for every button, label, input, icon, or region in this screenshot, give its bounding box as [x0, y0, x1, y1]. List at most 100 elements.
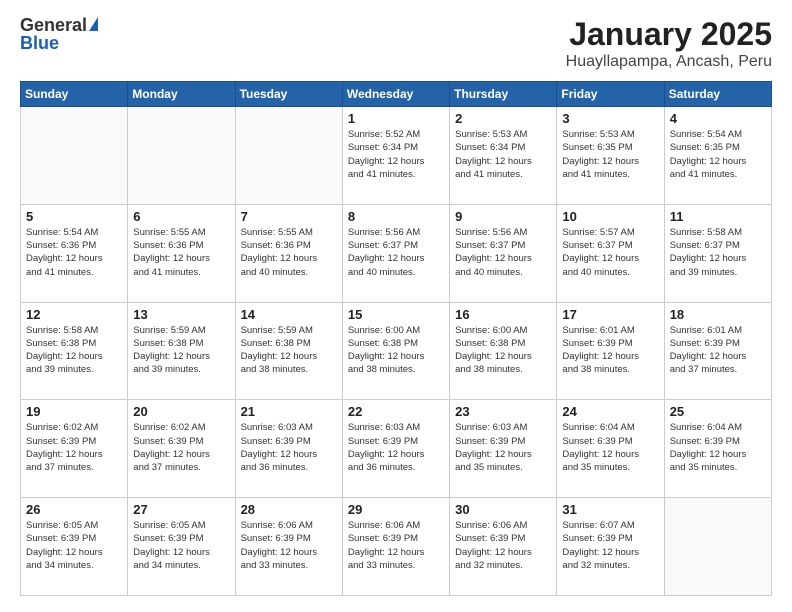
day-number: 2: [455, 111, 551, 126]
logo: General Blue: [20, 16, 98, 53]
day-number: 24: [562, 404, 658, 419]
day-info: Sunrise: 6:06 AM Sunset: 6:39 PM Dayligh…: [241, 519, 337, 572]
calendar-week-2: 12Sunrise: 5:58 AM Sunset: 6:38 PM Dayli…: [21, 302, 772, 400]
day-info: Sunrise: 5:53 AM Sunset: 6:34 PM Dayligh…: [455, 128, 551, 181]
calendar-cell: 15 Sunrise: 6:00 AM Sunset: 6:38 PM Dayli…: [342, 302, 449, 400]
day-info: Sunrise: 6:01 AM Sunset: 6:39 PM Dayligh…: [562, 324, 658, 377]
header: General Blue January 2025 Huayllapampa, …: [20, 16, 772, 71]
calendar-cell: 28 Sunrise: 6:06 AM Sunset: 6:39 PM Dayli…: [235, 498, 342, 596]
day-info: Sunrise: 6:07 AM Sunset: 6:39 PM Dayligh…: [562, 519, 658, 572]
day-number: 19: [26, 404, 122, 419]
calendar-cell: 7Sunrise: 5:55 AM Sunset: 6:36 PM Daylig…: [235, 204, 342, 302]
calendar-cell: 23 Sunrise: 6:03 AM Sunset: 6:39 PM Dayli…: [450, 400, 557, 498]
calendar-cell: 21Sunrise: 6:03 AM Sunset: 6:39 PM Dayli…: [235, 400, 342, 498]
calendar-cell: [235, 107, 342, 205]
calendar-cell: 17 Sunrise: 6:01 AM Sunset: 6:39 PM Dayli…: [557, 302, 664, 400]
calendar-cell: [21, 107, 128, 205]
calendar-cell: 19 Sunrise: 6:02 AM Sunset: 6:39 PM Dayli…: [21, 400, 128, 498]
logo-triangle-icon: [89, 17, 98, 31]
day-info: Sunrise: 6:06 AM Sunset: 6:39 PM Dayligh…: [455, 519, 551, 572]
calendar-cell: [664, 498, 771, 596]
logo-general-text: General: [20, 16, 87, 34]
day-info: Sunrise: 6:00 AM Sunset: 6:38 PM Dayligh…: [455, 324, 551, 377]
calendar-week-3: 19 Sunrise: 6:02 AM Sunset: 6:39 PM Dayli…: [21, 400, 772, 498]
col-saturday: Saturday: [664, 82, 771, 107]
day-number: 18: [670, 307, 766, 322]
calendar-title: January 2025: [566, 16, 772, 53]
day-number: 20: [133, 404, 229, 419]
day-number: 15: [348, 307, 444, 322]
day-number: 27: [133, 502, 229, 517]
day-info: Sunrise: 5:57 AM Sunset: 6:37 PM Dayligh…: [562, 226, 658, 279]
day-number: 12: [26, 307, 122, 322]
calendar-cell: 24Sunrise: 6:04 AM Sunset: 6:39 PM Dayli…: [557, 400, 664, 498]
day-number: 23: [455, 404, 551, 419]
day-number: 22: [348, 404, 444, 419]
day-number: 21: [241, 404, 337, 419]
day-info: Sunrise: 5:54 AM Sunset: 6:35 PM Dayligh…: [670, 128, 766, 181]
calendar-cell: 29Sunrise: 6:06 AM Sunset: 6:39 PM Dayli…: [342, 498, 449, 596]
day-info: Sunrise: 6:04 AM Sunset: 6:39 PM Dayligh…: [670, 421, 766, 474]
calendar-cell: 22 Sunrise: 6:03 AM Sunset: 6:39 PM Dayli…: [342, 400, 449, 498]
day-number: 31: [562, 502, 658, 517]
day-info: Sunrise: 6:00 AM Sunset: 6:38 PM Dayligh…: [348, 324, 444, 377]
title-block: January 2025 Huayllapampa, Ancash, Peru: [566, 16, 772, 71]
day-number: 29: [348, 502, 444, 517]
calendar-cell: 6 Sunrise: 5:55 AM Sunset: 6:36 PM Daylig…: [128, 204, 235, 302]
calendar-cell: 10 Sunrise: 5:57 AM Sunset: 6:37 PM Dayli…: [557, 204, 664, 302]
calendar-week-4: 26 Sunrise: 6:05 AM Sunset: 6:39 PM Dayli…: [21, 498, 772, 596]
day-info: Sunrise: 6:03 AM Sunset: 6:39 PM Dayligh…: [455, 421, 551, 474]
day-info: Sunrise: 6:05 AM Sunset: 6:39 PM Dayligh…: [26, 519, 122, 572]
day-info: Sunrise: 6:02 AM Sunset: 6:39 PM Dayligh…: [133, 421, 229, 474]
calendar-cell: 5 Sunrise: 5:54 AM Sunset: 6:36 PM Daylig…: [21, 204, 128, 302]
day-number: 9: [455, 209, 551, 224]
day-number: 26: [26, 502, 122, 517]
day-info: Sunrise: 5:58 AM Sunset: 6:37 PM Dayligh…: [670, 226, 766, 279]
calendar-cell: 26 Sunrise: 6:05 AM Sunset: 6:39 PM Dayli…: [21, 498, 128, 596]
calendar-cell: 31 Sunrise: 6:07 AM Sunset: 6:39 PM Dayli…: [557, 498, 664, 596]
day-info: Sunrise: 5:56 AM Sunset: 6:37 PM Dayligh…: [455, 226, 551, 279]
calendar-cell: 20 Sunrise: 6:02 AM Sunset: 6:39 PM Dayli…: [128, 400, 235, 498]
day-number: 14: [241, 307, 337, 322]
day-number: 8: [348, 209, 444, 224]
calendar-cell: 11Sunrise: 5:58 AM Sunset: 6:37 PM Dayli…: [664, 204, 771, 302]
calendar-cell: 1 Sunrise: 5:52 AM Sunset: 6:34 PM Daylig…: [342, 107, 449, 205]
day-number: 30: [455, 502, 551, 517]
day-number: 5: [26, 209, 122, 224]
calendar-week-0: 1 Sunrise: 5:52 AM Sunset: 6:34 PM Daylig…: [21, 107, 772, 205]
calendar-cell: 9 Sunrise: 5:56 AM Sunset: 6:37 PM Daylig…: [450, 204, 557, 302]
day-info: Sunrise: 5:54 AM Sunset: 6:36 PM Dayligh…: [26, 226, 122, 279]
day-info: Sunrise: 6:01 AM Sunset: 6:39 PM Dayligh…: [670, 324, 766, 377]
day-number: 13: [133, 307, 229, 322]
day-info: Sunrise: 5:52 AM Sunset: 6:34 PM Dayligh…: [348, 128, 444, 181]
col-wednesday: Wednesday: [342, 82, 449, 107]
day-number: 16: [455, 307, 551, 322]
day-info: Sunrise: 6:02 AM Sunset: 6:39 PM Dayligh…: [26, 421, 122, 474]
page: General Blue January 2025 Huayllapampa, …: [0, 0, 792, 612]
calendar-cell: 16 Sunrise: 6:00 AM Sunset: 6:38 PM Dayli…: [450, 302, 557, 400]
day-number: 25: [670, 404, 766, 419]
day-number: 7: [241, 209, 337, 224]
col-friday: Friday: [557, 82, 664, 107]
logo-blue-text: Blue: [20, 33, 59, 53]
day-number: 6: [133, 209, 229, 224]
day-info: Sunrise: 6:03 AM Sunset: 6:39 PM Dayligh…: [348, 421, 444, 474]
calendar-cell: [128, 107, 235, 205]
col-sunday: Sunday: [21, 82, 128, 107]
calendar-cell: 8Sunrise: 5:56 AM Sunset: 6:37 PM Daylig…: [342, 204, 449, 302]
col-monday: Monday: [128, 82, 235, 107]
calendar-cell: 4 Sunrise: 5:54 AM Sunset: 6:35 PM Daylig…: [664, 107, 771, 205]
day-number: 17: [562, 307, 658, 322]
calendar-table: Sunday Monday Tuesday Wednesday Thursday…: [20, 81, 772, 596]
day-number: 28: [241, 502, 337, 517]
calendar-cell: 13Sunrise: 5:59 AM Sunset: 6:38 PM Dayli…: [128, 302, 235, 400]
day-info: Sunrise: 5:59 AM Sunset: 6:38 PM Dayligh…: [241, 324, 337, 377]
calendar-cell: 2 Sunrise: 5:53 AM Sunset: 6:34 PM Daylig…: [450, 107, 557, 205]
day-number: 1: [348, 111, 444, 126]
day-number: 4: [670, 111, 766, 126]
calendar-header-row: Sunday Monday Tuesday Wednesday Thursday…: [21, 82, 772, 107]
calendar-week-1: 5 Sunrise: 5:54 AM Sunset: 6:36 PM Daylig…: [21, 204, 772, 302]
day-info: Sunrise: 5:55 AM Sunset: 6:36 PM Dayligh…: [133, 226, 229, 279]
calendar-cell: 27Sunrise: 6:05 AM Sunset: 6:39 PM Dayli…: [128, 498, 235, 596]
day-number: 10: [562, 209, 658, 224]
